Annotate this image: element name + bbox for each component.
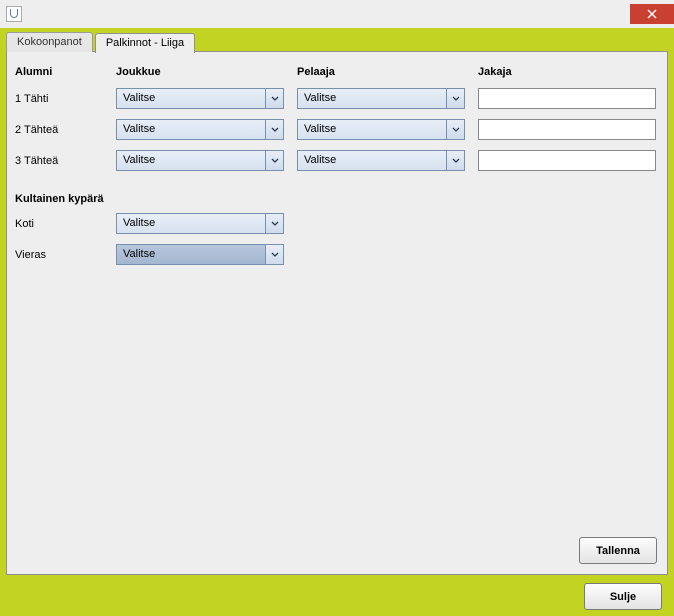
row-label: 2 Tähteä — [15, 124, 110, 136]
col-header-alumni: Alumni — [15, 66, 110, 78]
titlebar — [0, 0, 674, 28]
jakaja-input-1[interactable] — [478, 88, 656, 109]
combo-text: Valitse — [298, 89, 446, 108]
combo-text: Valitse — [298, 151, 446, 170]
chevron-down-icon — [446, 120, 464, 139]
combo-text: Valitse — [117, 89, 265, 108]
vieras-select[interactable]: Valitse — [116, 244, 284, 265]
tallenna-button[interactable]: Tallenna — [579, 537, 657, 564]
kypara-grid: Koti Valitse Vieras Valitse — [15, 213, 659, 265]
awards-grid: Alumni Joukkue Pelaaja Jakaja 1 Tähti Va… — [15, 66, 659, 171]
sulje-button[interactable]: Sulje — [584, 583, 662, 610]
joukkue-select-1[interactable]: Valitse — [116, 88, 284, 109]
chevron-down-icon — [446, 89, 464, 108]
row-label: Vieras — [15, 249, 110, 261]
joukkue-select-2[interactable]: Valitse — [116, 119, 284, 140]
combo-text: Valitse — [298, 120, 446, 139]
footer: Sulje — [6, 575, 668, 610]
pelaaja-select-1[interactable]: Valitse — [297, 88, 465, 109]
col-header-pelaaja: Pelaaja — [297, 66, 472, 78]
row-label: 3 Tähteä — [15, 155, 110, 167]
chevron-down-icon — [265, 245, 283, 264]
row-label: 1 Tähti — [15, 93, 110, 105]
combo-text: Valitse — [117, 214, 265, 233]
section-title-kultainen-kypara: Kultainen kypärä — [15, 193, 659, 205]
combo-text: Valitse — [117, 151, 265, 170]
joukkue-select-3[interactable]: Valitse — [116, 150, 284, 171]
tab-panel: Alumni Joukkue Pelaaja Jakaja 1 Tähti Va… — [6, 51, 668, 575]
java-icon — [6, 6, 22, 22]
combo-text: Valitse — [117, 245, 265, 264]
koti-select[interactable]: Valitse — [116, 213, 284, 234]
tabs: Kokoonpanot Palkinnot - Liiga Alumni Jou… — [6, 32, 668, 575]
close-icon — [647, 9, 657, 19]
chevron-down-icon — [265, 89, 283, 108]
tab-kokoonpanot[interactable]: Kokoonpanot — [6, 32, 93, 52]
chevron-down-icon — [446, 151, 464, 170]
chevron-down-icon — [265, 214, 283, 233]
app-window: Kokoonpanot Palkinnot - Liiga Alumni Jou… — [0, 0, 674, 603]
close-button[interactable] — [630, 4, 674, 24]
chevron-down-icon — [265, 120, 283, 139]
chevron-down-icon — [265, 151, 283, 170]
content-area: Kokoonpanot Palkinnot - Liiga Alumni Jou… — [0, 32, 674, 616]
tab-palkinnot-liiga[interactable]: Palkinnot - Liiga — [95, 33, 195, 53]
pelaaja-select-3[interactable]: Valitse — [297, 150, 465, 171]
combo-text: Valitse — [117, 120, 265, 139]
jakaja-input-2[interactable] — [478, 119, 656, 140]
row-label: Koti — [15, 218, 110, 230]
col-header-joukkue: Joukkue — [116, 66, 291, 78]
col-header-jakaja: Jakaja — [478, 66, 658, 78]
jakaja-input-3[interactable] — [478, 150, 656, 171]
pelaaja-select-2[interactable]: Valitse — [297, 119, 465, 140]
